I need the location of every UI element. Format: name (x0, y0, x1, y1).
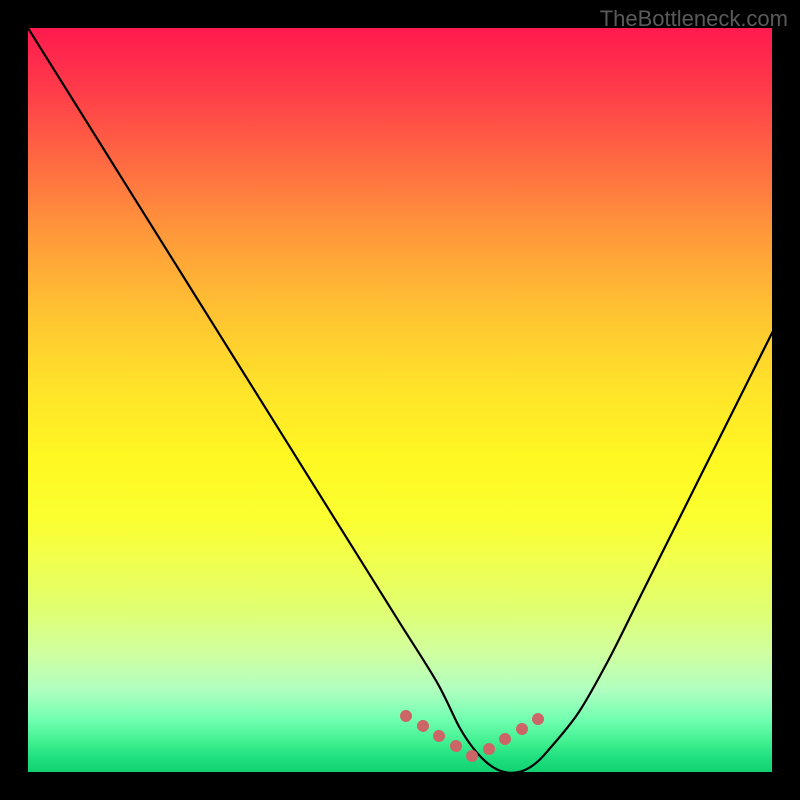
sweet-spot-segment (449, 739, 461, 752)
sweet-spot-segment (482, 742, 494, 755)
sweet-spot-segment (466, 750, 478, 762)
sweet-spot-segment (499, 732, 512, 745)
sweet-spot-segment (515, 722, 528, 736)
sweet-spot-segment (432, 729, 445, 742)
sweet-spot-segment (531, 712, 545, 726)
sweet-spot-segment (399, 709, 413, 723)
plot-area (28, 28, 772, 772)
sweet-spot-band (28, 28, 772, 772)
watermark-text: TheBottleneck.com (600, 6, 788, 32)
sweet-spot-segment (416, 719, 430, 733)
